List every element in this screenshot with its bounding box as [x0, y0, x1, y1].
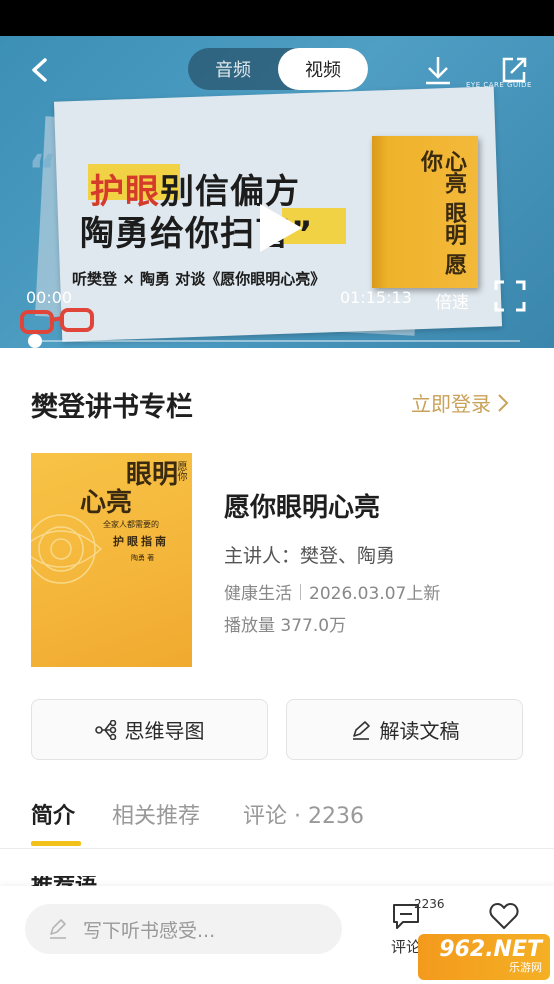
comment-count: 2236	[414, 897, 445, 911]
progress-track[interactable]	[36, 340, 520, 342]
pencil-icon	[50, 919, 66, 939]
comment-input[interactable]: 写下听书感受...	[25, 904, 342, 954]
play-button[interactable]	[256, 202, 304, 254]
back-button[interactable]	[20, 50, 60, 90]
download-icon	[426, 57, 450, 85]
book-title: 愿你眼明心亮	[224, 493, 381, 523]
watermark-line2: 乐游网	[509, 961, 542, 974]
time-current: 00:00	[26, 288, 73, 307]
share-button[interactable]	[494, 50, 534, 90]
login-link[interactable]: 立即登录	[411, 388, 509, 417]
media-type-switch: 音频 视频	[188, 48, 368, 90]
speed-button[interactable]: 倍速	[435, 288, 469, 313]
video-player[interactable]: “ 护眼别信偏方 陶勇给你扫盲” 听樊登 × 陶勇 对谈《愿你眼明心亮》 心亮 …	[0, 36, 554, 348]
transcript-button[interactable]: 解读文稿	[286, 699, 523, 760]
comment-label[interactable]: 评论	[391, 936, 421, 957]
column-title: 樊登讲书专栏	[31, 392, 193, 423]
poster-book: 心亮 眼明 愿你	[372, 136, 478, 288]
fullscreen-icon	[494, 280, 526, 312]
book-meta: 健康生活 2026.03.07上新	[224, 579, 440, 604]
cover-subtitle-2: 护眼指南	[113, 535, 169, 548]
poster-subline: 听樊登 × 陶勇 对谈《愿你眼明心亮》	[72, 270, 326, 288]
book-plays: 播放量 377.0万	[224, 616, 347, 636]
status-bar	[0, 0, 554, 36]
tab-audio[interactable]: 音频	[188, 48, 278, 90]
cover-author: 陶勇 著	[131, 554, 155, 562]
poster-book-title: 心亮 眼明 愿你	[417, 150, 467, 276]
progress-thumb[interactable]	[28, 334, 42, 348]
chevron-right-icon	[498, 393, 509, 412]
back-icon	[32, 58, 47, 82]
mindmap-button[interactable]: 思维导图	[31, 699, 268, 760]
watermark-line1: 962.NET	[439, 937, 542, 962]
cover-prefix: 愿你	[175, 461, 186, 481]
book-cover[interactable]: 眼明 心亮 愿你 全家人都需要的 护眼指南 陶勇 著	[31, 453, 192, 667]
transcript-label: 解读文稿	[379, 719, 460, 743]
mindmap-icon	[94, 719, 116, 740]
site-watermark-logo: 962.NET 乐游网	[418, 934, 550, 980]
comment-placeholder: 写下听书感受...	[83, 919, 216, 942]
tab-comments[interactable]: 评论 · 2236	[243, 798, 364, 830]
time-total: 01:15:13	[340, 288, 412, 307]
mindmap-label: 思维导图	[124, 719, 205, 743]
heart-icon[interactable]	[489, 902, 519, 930]
cover-title: 眼明 心亮	[80, 460, 178, 517]
login-label: 立即登录	[411, 392, 491, 416]
cover-subtitle: 全家人都需要的	[103, 520, 159, 529]
meta-divider	[300, 583, 301, 600]
share-icon	[502, 57, 527, 83]
book-date: 2026.03.07上新	[309, 584, 441, 604]
glasses-icon	[20, 308, 94, 334]
cover-title-line2: 心亮	[79, 488, 132, 518]
tab-indicator	[31, 841, 81, 846]
book-speaker: 主讲人：樊登、陶勇	[224, 545, 396, 567]
play-icon	[260, 204, 302, 252]
tabs-divider	[0, 848, 554, 849]
tab-intro[interactable]: 简介	[31, 798, 75, 830]
cover-title-line1: 眼明	[125, 460, 178, 490]
pen-icon	[352, 720, 370, 740]
fullscreen-button[interactable]	[494, 280, 526, 312]
download-button[interactable]	[418, 50, 458, 90]
tab-video[interactable]: 视频	[278, 48, 368, 90]
tab-related[interactable]: 相关推荐	[112, 798, 200, 830]
quote-mark: “	[28, 146, 57, 197]
book-category: 健康生活	[224, 584, 292, 604]
